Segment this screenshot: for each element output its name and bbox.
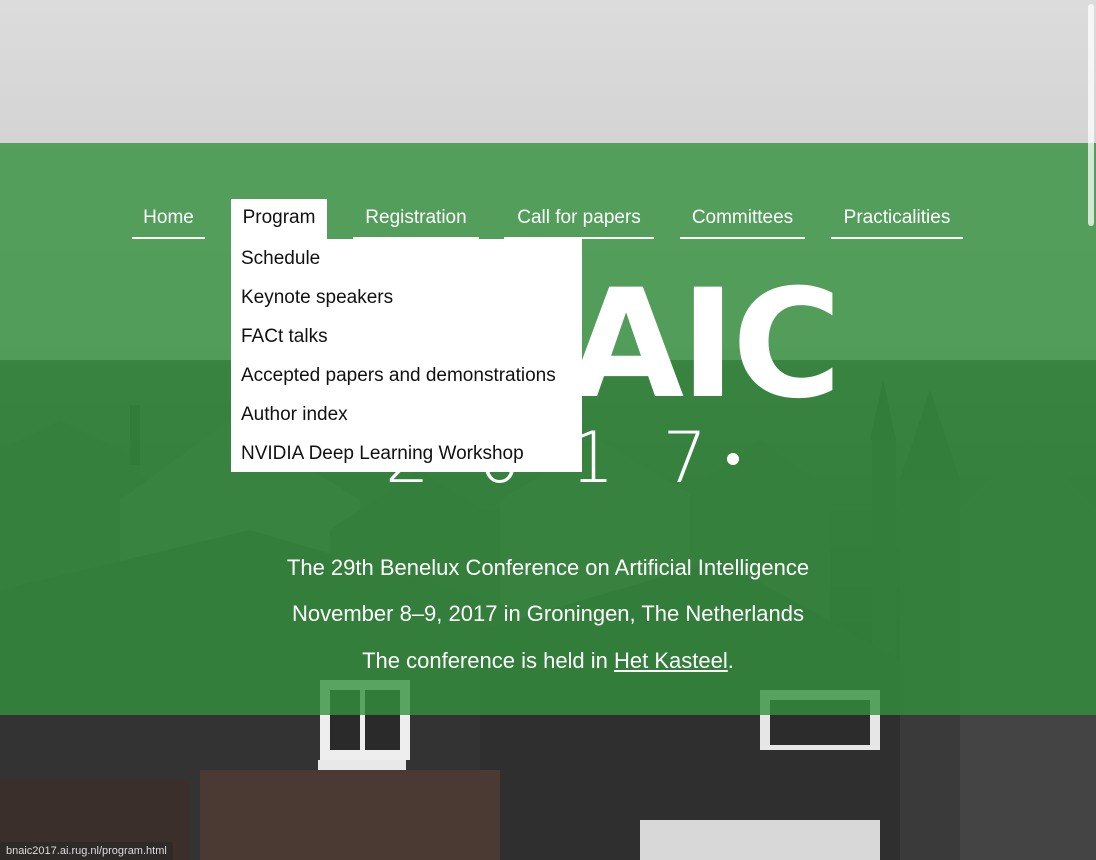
nav-registration[interactable]: Registration [353, 199, 479, 239]
venue-suffix: . [727, 648, 734, 673]
page: AIC 2017 Home Program Registration Call … [0, 0, 1096, 860]
venue-prefix: The conference is held in [362, 648, 615, 673]
bnaic-logo-text: AIC [568, 258, 842, 432]
conference-date-line: November 8–9, 2017 in Groningen, The Net… [291, 601, 805, 626]
main-nav: Home Program Registration Call for paper… [0, 199, 1096, 239]
dropdown-item-schedule[interactable]: Schedule [241, 239, 320, 278]
nav-practicalities[interactable]: Practicalities [831, 199, 963, 239]
dropdown-item-accepted-papers[interactable]: Accepted papers and demonstrations [241, 356, 556, 395]
conference-title-line: The 29th Benelux Conference on Artificia… [286, 555, 810, 580]
nav-home[interactable]: Home [132, 199, 205, 239]
dropdown-item-author-index[interactable]: Author index [241, 395, 348, 434]
scrollbar-thumb[interactable] [1088, 4, 1094, 226]
program-dropdown-menu: Schedule Keynote speakers FACt talks Acc… [231, 239, 582, 472]
dropdown-item-fact-talks[interactable]: FACt talks [241, 317, 328, 356]
venue-link[interactable]: Het Kasteel [614, 648, 728, 673]
nav-program[interactable]: Program [231, 199, 327, 239]
scrollbar[interactable] [1086, 0, 1096, 860]
nav-committees[interactable]: Committees [680, 199, 805, 239]
nav-call-for-papers[interactable]: Call for papers [504, 199, 654, 239]
conference-venue-line: The conference is held in Het Kasteel. [0, 646, 1096, 676]
dropdown-item-keynote-speakers[interactable]: Keynote speakers [241, 278, 393, 317]
dropdown-item-nvidia-workshop[interactable]: NVIDIA Deep Learning Workshop [241, 434, 524, 473]
status-bar-url: bnaic2017.ai.rug.nl/program.html [0, 842, 173, 860]
